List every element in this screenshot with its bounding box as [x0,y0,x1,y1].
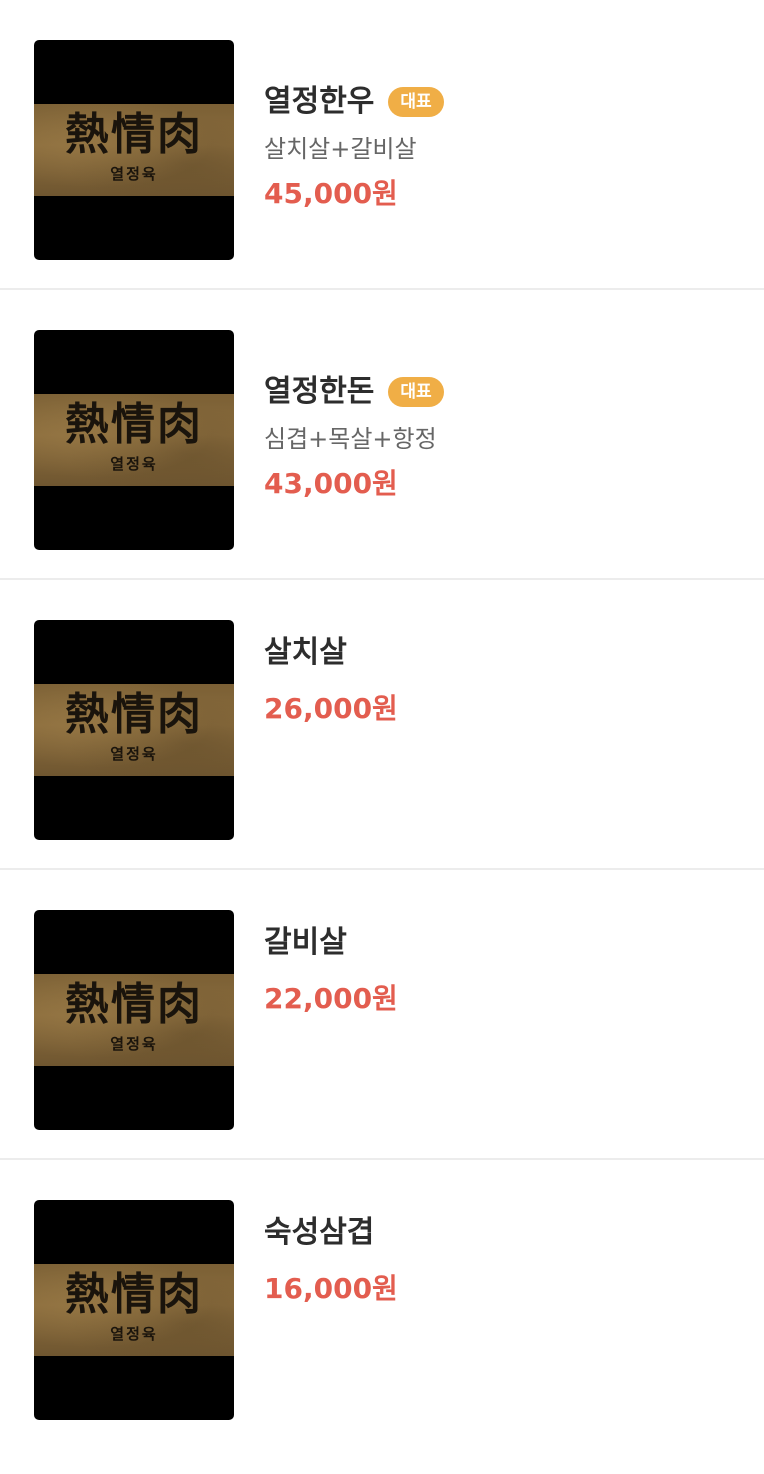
menu-list: 熱情肉 열정육 열정한우 대표 살치살+갈비살 45,000원 熱情肉 열정육 … [0,0,764,1450]
menu-item-name: 열정한우 [264,84,375,119]
menu-item-info: 숙성삼겹 16,000원 [264,1213,744,1307]
image-hangul-text: 열정육 [110,455,158,473]
signature-badge: 대표 [388,377,444,407]
menu-item-name-row: 갈비살 [264,923,744,963]
image-label-band: 熱情肉 열정육 [34,394,234,486]
menu-item-info: 갈비살 22,000원 [264,923,744,1017]
menu-item-name-row: 열정한우 대표 [264,82,744,122]
image-hangul-text: 열정육 [110,745,158,763]
menu-item[interactable]: 熱情肉 열정육 살치살 26,000원 [0,580,764,870]
menu-item-name: 살치살 [264,635,347,670]
image-label-band: 熱情肉 열정육 [34,1264,234,1356]
menu-item[interactable]: 熱情肉 열정육 숙성삼겹 16,000원 [0,1160,764,1450]
menu-item-price: 26,000원 [264,692,398,725]
menu-item-name: 열정한돈 [264,374,375,409]
image-hanja-text: 熱情肉 [65,1269,203,1320]
image-label-band: 熱情肉 열정육 [34,974,234,1066]
image-hangul-text: 열정육 [110,1325,158,1343]
menu-item-price: 43,000원 [264,467,398,500]
menu-item-info: 살치살 26,000원 [264,633,744,727]
menu-item-image: 熱情肉 열정육 [34,1200,234,1420]
menu-item-name: 갈비살 [264,925,347,960]
image-hanja-text: 熱情肉 [65,979,203,1030]
image-hanja-text: 熱情肉 [65,109,203,160]
menu-item-name-row: 살치살 [264,633,744,673]
menu-item[interactable]: 熱情肉 열정육 열정한돈 대표 심겹+목살+항정 43,000원 [0,290,764,580]
menu-item-image: 熱情肉 열정육 [34,910,234,1130]
menu-item-image: 熱情肉 열정육 [34,40,234,260]
menu-item[interactable]: 熱情肉 열정육 갈비살 22,000원 [0,870,764,1160]
menu-item-image: 熱情肉 열정육 [34,330,234,550]
menu-item-name-row: 열정한돈 대표 [264,372,744,412]
menu-item-name-row: 숙성삼겹 [264,1213,744,1253]
image-hangul-text: 열정육 [110,165,158,183]
menu-item[interactable]: 熱情肉 열정육 열정한우 대표 살치살+갈비살 45,000원 [0,0,764,290]
image-hangul-text: 열정육 [110,1035,158,1053]
image-hanja-text: 熱情肉 [65,689,203,740]
menu-item-price: 45,000원 [264,177,398,210]
signature-badge: 대표 [388,87,444,117]
menu-item-description: 살치살+갈비살 [264,135,417,163]
image-label-band: 熱情肉 열정육 [34,684,234,776]
menu-item-image: 熱情肉 열정육 [34,620,234,840]
image-hanja-text: 熱情肉 [65,399,203,450]
menu-item-description: 심겹+목살+항정 [264,425,437,453]
menu-item-name: 숙성삼겹 [264,1215,375,1250]
menu-item-price: 22,000원 [264,982,398,1015]
menu-item-info: 열정한우 대표 살치살+갈비살 45,000원 [264,82,744,212]
menu-item-price: 16,000원 [264,1272,398,1305]
menu-item-info: 열정한돈 대표 심겹+목살+항정 43,000원 [264,372,744,502]
image-label-band: 熱情肉 열정육 [34,104,234,196]
